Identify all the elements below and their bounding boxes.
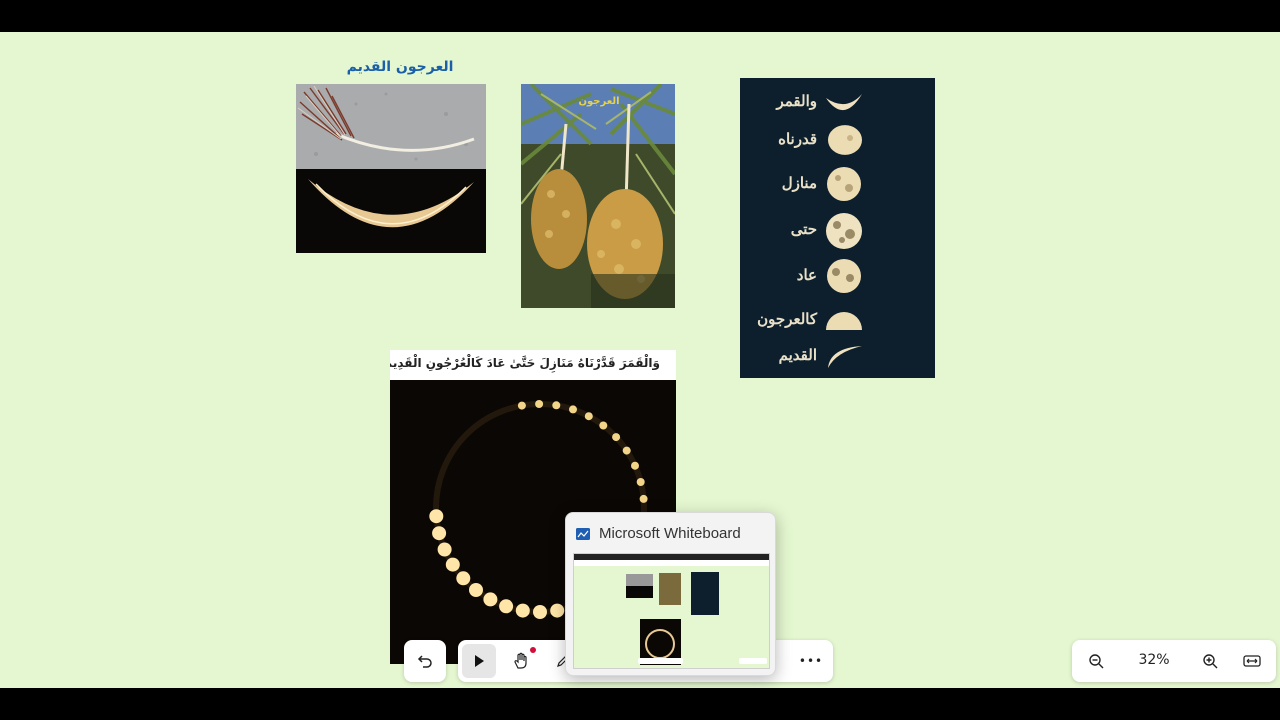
phase-row: كالعرجون bbox=[740, 302, 935, 338]
whiteboard-app-icon bbox=[576, 528, 590, 540]
crescent-dot bbox=[569, 405, 577, 414]
undo-toolbar bbox=[404, 640, 446, 682]
palm-label: العرجون bbox=[578, 96, 619, 107]
crescent-dot bbox=[552, 401, 561, 410]
fit-width-icon bbox=[1243, 655, 1261, 667]
phase-row: والقمر bbox=[740, 84, 935, 120]
select-tool-button[interactable] bbox=[462, 644, 496, 678]
zoom-out-icon bbox=[1089, 654, 1104, 669]
crescent-dot bbox=[469, 583, 483, 597]
crescent-dot bbox=[612, 433, 621, 442]
crescent-dot bbox=[437, 542, 452, 557]
crescent-dot bbox=[639, 494, 648, 503]
fit-to-screen-button[interactable] bbox=[1235, 644, 1269, 678]
date-palm-image[interactable]: العرجون bbox=[521, 84, 675, 308]
crescent-dot bbox=[499, 599, 514, 614]
phase-row: قدرناه bbox=[740, 122, 935, 158]
crescent-dot bbox=[550, 603, 565, 618]
phase-row: القديم bbox=[740, 338, 935, 374]
phase-label: القديم bbox=[778, 346, 817, 364]
zoom-in-button[interactable] bbox=[1193, 644, 1227, 678]
taskbar-preview-popup[interactable]: Microsoft Whiteboard bbox=[565, 512, 776, 676]
crescent-dot bbox=[533, 605, 547, 619]
pan-tool-button[interactable] bbox=[504, 644, 538, 678]
phase-label: منازل bbox=[781, 174, 817, 192]
more-button[interactable]: ••• bbox=[794, 644, 828, 678]
undo-button[interactable] bbox=[408, 644, 442, 678]
whiteboard-canvas[interactable]: العرجون القديم العرجون والقمر قدرناه منا… bbox=[0, 32, 1280, 688]
crescent-dot bbox=[429, 509, 444, 524]
crescent-dot bbox=[445, 557, 460, 572]
phase-row: منازل bbox=[740, 166, 935, 202]
pointer-icon bbox=[475, 655, 484, 667]
phase-row: حتى bbox=[740, 212, 935, 249]
letterbox-bottom bbox=[0, 688, 1280, 720]
preview-thumbnail[interactable] bbox=[573, 553, 770, 669]
zoom-level[interactable]: 32% bbox=[1130, 652, 1178, 668]
phase-label: والقمر bbox=[776, 92, 817, 110]
phase-label: حتى bbox=[790, 220, 817, 238]
preview-title: Microsoft Whiteboard bbox=[599, 525, 741, 542]
crescent-dot bbox=[535, 400, 544, 408]
hand-icon bbox=[514, 652, 527, 669]
crescent-dot bbox=[432, 526, 447, 541]
phase-row: عاد bbox=[740, 258, 935, 294]
recording-dot bbox=[530, 647, 536, 653]
crescent-dot bbox=[483, 592, 498, 607]
crescent-dot bbox=[517, 401, 526, 410]
crescent-dot bbox=[631, 461, 639, 470]
eclipse-caption-text: وَالْقَمَرَ قَدَّرْنَاهُ مَنَازِلَ حَتَّ… bbox=[390, 356, 660, 370]
phase-label: عاد bbox=[796, 266, 817, 284]
crescent-dot bbox=[622, 446, 631, 455]
crescent-dot bbox=[599, 421, 608, 430]
zoom-out-button[interactable] bbox=[1079, 644, 1113, 678]
crescent-dot bbox=[456, 571, 471, 586]
phase-label: قدرناه bbox=[778, 130, 817, 148]
urjun-crescent-image[interactable] bbox=[296, 84, 486, 253]
phase-label: كالعرجون bbox=[757, 310, 817, 328]
undo-icon bbox=[417, 655, 432, 668]
zoom-toolbar: 32% bbox=[1072, 640, 1276, 682]
crescent-dot bbox=[636, 478, 645, 486]
more-icon: ••• bbox=[798, 654, 824, 668]
board-title: العرجون القديم bbox=[346, 59, 454, 75]
crescent-dot bbox=[515, 603, 530, 618]
crescent-dot bbox=[584, 412, 593, 421]
zoom-in-icon bbox=[1203, 654, 1218, 669]
moon-phases-image[interactable]: والقمر قدرناه منازل حتى عاد كالعرجون الق… bbox=[740, 78, 935, 378]
eclipse-caption: وَالْقَمَرَ قَدَّرْنَاهُ مَنَازِلَ حَتَّ… bbox=[390, 350, 676, 380]
letterbox-top bbox=[0, 0, 1280, 32]
